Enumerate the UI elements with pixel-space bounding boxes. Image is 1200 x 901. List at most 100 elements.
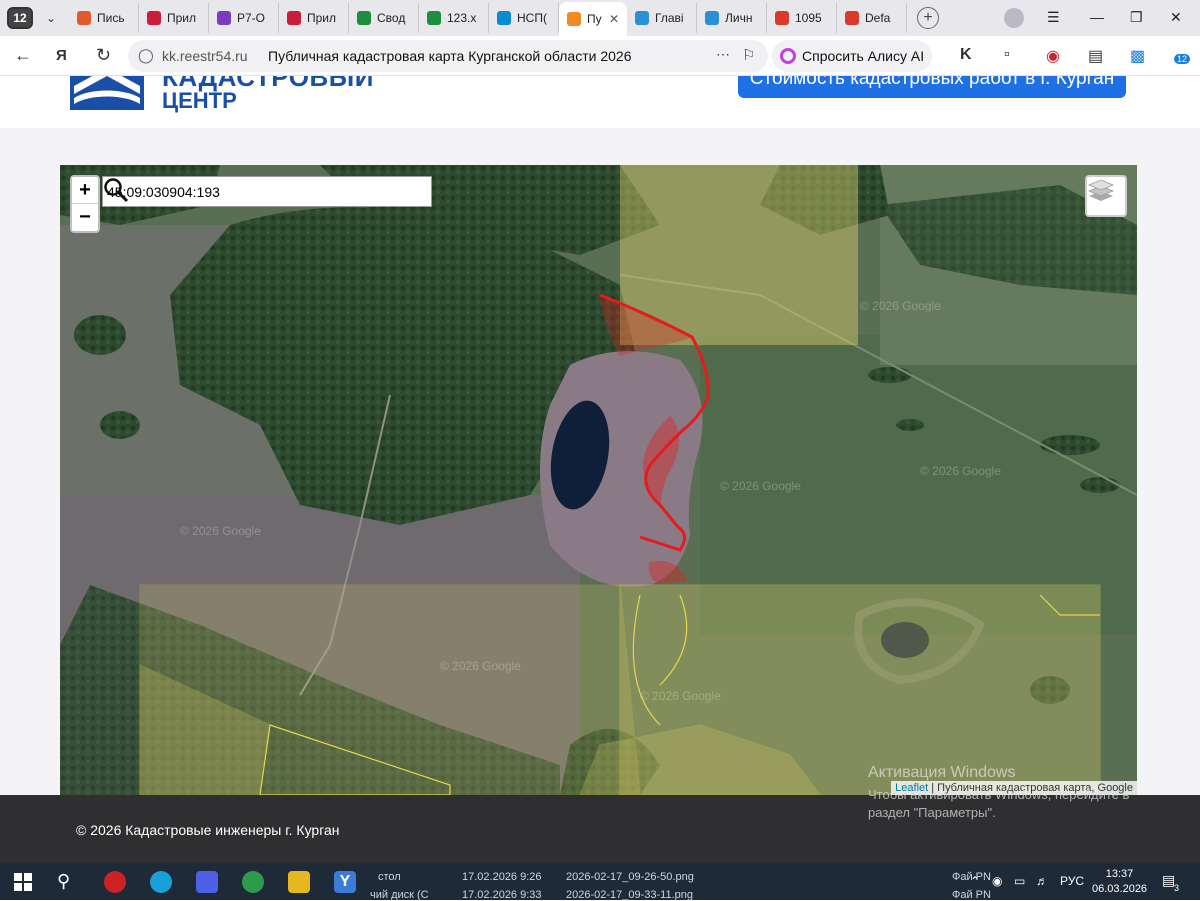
more-icon[interactable]: ⋯ [716,46,730,63]
browser-tab[interactable]: НСП( [489,3,559,33]
tray-display-icon[interactable]: ▭ [1014,874,1025,888]
pricing-button[interactable]: Стоимость кадастровых работ в г. Курган [738,76,1126,98]
taskbar-ghost-text: 17.02.2026 9:33 [462,889,542,901]
browser-tab[interactable]: Р7-О [209,3,279,33]
browser-tab[interactable]: Пу ✕ [559,2,627,36]
clock-time: 13:37 [1105,868,1134,880]
zoom-in-button[interactable]: + [72,177,98,204]
tab-label: 123.х [447,11,477,25]
taskbar-ghost-text: Фай PN [952,889,991,901]
tab-favicon-icon [567,12,581,26]
browser-tab[interactable]: Личн [697,3,767,33]
taskbar-clock[interactable]: 13:37 06.03.2026 [1092,867,1147,897]
profile-avatar[interactable] [1004,8,1024,28]
tab-label: Главі [655,11,684,25]
windows-start-icon[interactable] [12,871,34,893]
reload-icon[interactable]: ↻ [96,45,111,66]
close-tab-icon[interactable]: ✕ [609,12,619,26]
tab-favicon-icon [287,11,301,25]
site-info-icon[interactable]: ◯ [138,47,154,64]
search-icon[interactable] [103,177,129,203]
footer-copyright: © 2026 Кадастровые инженеры г. Курган [76,822,340,838]
tab-list: Пись Прил Р7-О Прил Свод 123.х НСП( Пу ✕ Главі Лич… [69,0,907,36]
tab-favicon-icon [427,11,441,25]
url-field[interactable]: ◯ kk.reestr54.ru Публичная кадастровая к… [128,40,768,72]
volume-icon[interactable]: ♬ [1036,874,1048,888]
file-explorer-icon[interactable] [288,871,310,893]
svg-text:© 2026 Google: © 2026 Google [640,689,721,703]
satellite-imagery: © 2026 Google © 2026 Google © 2026 Googl… [60,165,1137,795]
extension-circle-icon[interactable]: ◉ [1046,46,1060,66]
taskbar-ghost-text: чий диск (С [370,889,429,901]
tab-favicon-icon [635,11,649,25]
extension-shield-icon[interactable]: ▫ [1004,46,1010,64]
app-messenger-icon[interactable] [196,871,218,893]
close-window-icon[interactable]: ✕ [1170,9,1182,26]
tab-label: Личн [725,11,753,25]
edge-icon[interactable] [150,871,172,893]
svg-text:© 2026 Google: © 2026 Google [720,479,801,493]
yandex-icon[interactable]: Я [56,47,67,64]
tab-count-button[interactable]: 12 [7,7,33,29]
tabs-dropdown-icon[interactable]: ⌄ [39,6,63,30]
cadastral-map[interactable]: © 2026 Google © 2026 Google © 2026 Googl… [60,165,1137,795]
tray-chevron-icon[interactable]: ⌃ [970,874,980,888]
svg-text:© 2026 Google: © 2026 Google [180,524,261,538]
address-bar: ← Я ↻ ◯ kk.reestr54.ru Публичная кадастр… [0,36,1200,76]
tab-favicon-icon [357,11,371,25]
logo-icon[interactable] [70,76,144,110]
tab-label: Пись [97,11,125,25]
tab-label: Прил [167,11,197,25]
tab-favicon-icon [497,11,511,25]
browser-tab[interactable]: 123.х [419,3,489,33]
alice-label: Спросить Алису AI [802,48,925,64]
tab-label: Defa [865,11,891,25]
svg-text:© 2026 Google: © 2026 Google [860,299,941,313]
windows-activation-title: Активация Windows [868,764,1016,781]
tab-label: Свод [377,11,406,25]
minimize-icon[interactable]: — [1090,9,1104,25]
yandex-browser-icon[interactable]: Y [334,871,356,893]
tab-favicon-icon [217,11,231,25]
url-page-title: Публичная кадастровая карта Курганской о… [268,48,632,64]
zoom-control: + − [70,175,100,233]
browser-tab[interactable]: 1095 [767,3,837,33]
logo-line2: ЦЕНТР [162,88,237,113]
browser-tab[interactable]: Главі [627,3,697,33]
cadastral-number-input[interactable] [103,178,383,205]
extension-puzzle-icon[interactable]: ▤ [1088,46,1103,66]
tab-label: Прил [307,11,337,25]
browser-tab[interactable]: Прил [139,3,209,33]
menu-icon[interactable]: ☰ [1047,9,1060,26]
new-tab-button[interactable]: + [917,7,939,29]
svg-text:© 2026 Google: © 2026 Google [440,659,521,673]
alice-icon [780,48,796,64]
tray-camera-icon[interactable]: ◉ [992,874,1002,888]
tab-label: НСП( [517,11,547,25]
zoom-out-button[interactable]: − [72,204,98,231]
browser-tab[interactable]: Прил [279,3,349,33]
extension-download-icon[interactable]: ▩ [1130,46,1145,66]
tab-label: Р7-О [237,11,266,25]
layers-button[interactable] [1085,175,1127,217]
extension-badge: 12 [1174,54,1191,64]
browser-tab[interactable]: Defa [837,3,907,33]
browser-tab[interactable]: Свод [349,3,419,33]
tab-label: 1095 [795,11,822,25]
url-host: kk.reestr54.ru [162,48,248,64]
browser-tab[interactable]: Пись [69,3,139,33]
extension-k-icon[interactable]: K [960,46,972,64]
ask-alice-button[interactable]: Спросить Алису AI [772,40,932,72]
chrome-icon[interactable] [242,871,264,893]
search-taskbar-icon[interactable]: ⚲ [57,871,79,893]
tab-label: Пу [587,12,602,26]
tab-favicon-icon [147,11,161,25]
restore-icon[interactable]: ❐ [1130,9,1143,26]
bookmark-icon[interactable]: ⚐ [742,46,755,64]
taskbar-ghost-text: 2026-02-17_09-26-50.png [566,871,694,883]
language-indicator[interactable]: РУС [1060,874,1084,888]
back-icon[interactable]: ← [14,45,32,66]
app-c-icon[interactable] [104,871,126,893]
browser-tab-strip: 12 ⌄ Пись Прил Р7-О Прил Свод 123.х НСП( Пу ✕ Гла… [0,0,1200,36]
windows-taskbar: стол чий диск (С 17.02.2026 9:26 17.02.2… [0,863,1200,901]
